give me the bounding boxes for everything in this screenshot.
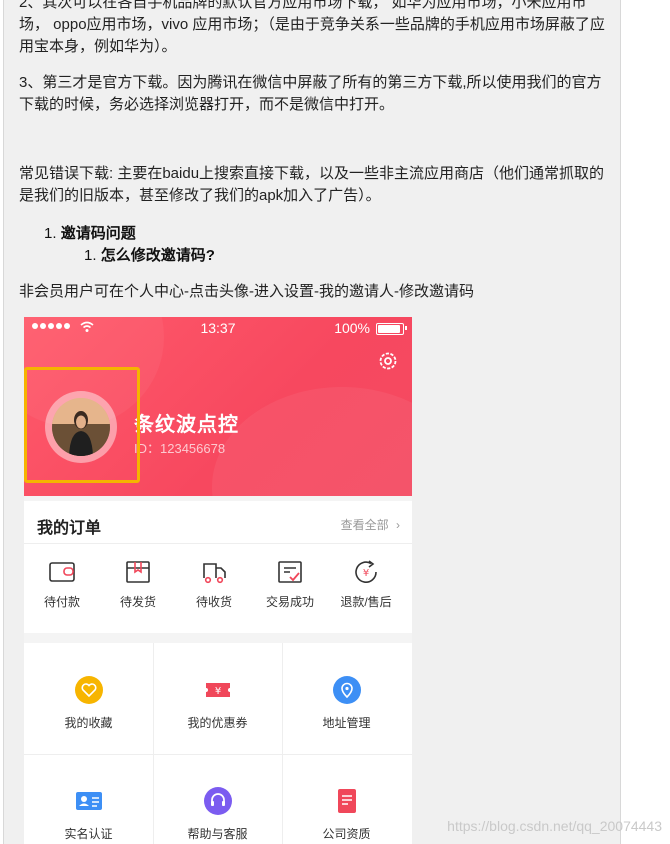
location-icon — [332, 676, 361, 704]
wallet-icon — [49, 562, 75, 582]
grid-item-coupons[interactable]: ¥ 我的优惠券 — [153, 643, 282, 753]
svg-text:¥: ¥ — [363, 568, 369, 579]
headset-icon — [203, 787, 232, 815]
paragraph-common-errors: 常见错误下载: 主要在baidu上搜索直接下载，以及一些非主流应用商店（他们通常… — [19, 165, 605, 204]
article-body: 2、其次可以在各自手机品牌的默认官方应用市场下载， 如华为应用市场，小米应用市场… — [3, 0, 621, 844]
paragraph-3: 3、第三才是官方下载。因为腾讯在微信中屏蔽了所有的第三方下载,所以使用我们的官方… — [19, 74, 602, 113]
order-pending-shipment[interactable]: 待发货 — [101, 559, 175, 610]
services-grid: 我的收藏 ¥ 我的优惠券 地址管理 实名认证 帮助与客服 公司资质 — [24, 643, 412, 844]
chevron-right-icon: › — [396, 518, 400, 532]
battery-percent: 100% — [334, 320, 370, 336]
list-item-invite-code: 1. 邀请码问题 — [44, 223, 136, 245]
list-item-modify-invite: 1. 怎么修改邀请码? — [84, 245, 215, 267]
grid-item-qualifications[interactable]: 公司资质 — [282, 754, 411, 844]
grid-item-support[interactable]: 帮助与客服 — [153, 754, 282, 844]
avatar-highlight-box — [24, 367, 140, 483]
grid-item-favorites[interactable]: 我的收藏 — [24, 643, 153, 753]
status-bar: 13:37 100% — [24, 317, 412, 339]
document-icon — [333, 787, 361, 815]
user-nickname: 条纹波点控 — [134, 414, 239, 436]
list-number: 1. — [84, 247, 97, 264]
user-id: ID：123456678 — [134, 441, 226, 456]
id-card-icon — [75, 787, 103, 815]
view-all-orders-link[interactable]: 查看全部 › — [341, 516, 400, 533]
heart-icon — [74, 676, 103, 704]
order-pending-receipt[interactable]: 待收货 — [177, 559, 251, 610]
header-decoration — [212, 387, 412, 496]
checklist-icon — [278, 561, 302, 583]
battery-icon — [376, 323, 404, 335]
paragraph-2: 2、其次可以在各自手机品牌的默认官方应用市场下载， 如华为应用市场，小米应用市场… — [19, 0, 605, 55]
list-heading: 邀请码问题 — [60, 225, 136, 242]
order-refund[interactable]: ¥ 退款/售后 — [329, 559, 403, 610]
grid-item-verification[interactable]: 实名认证 — [24, 754, 153, 844]
order-completed[interactable]: 交易成功 — [253, 559, 327, 610]
refund-icon: ¥ — [355, 560, 377, 583]
grid-item-addresses[interactable]: 地址管理 — [282, 643, 411, 753]
list-heading: 怎么修改邀请码? — [100, 247, 215, 264]
coupon-icon: ¥ — [204, 676, 232, 704]
orders-title: 我的订单 — [37, 520, 102, 537]
truck-icon — [203, 563, 226, 584]
paragraph-instructions: 非会员用户可在个人中心-点击头像-进入设置-我的邀请人-修改邀请码 — [19, 283, 474, 300]
profile-header: 13:37 100% 条纹波点控 ID：123456678 — [24, 317, 412, 496]
app-screenshot: 13:37 100% 条纹波点控 ID：123456678 我的订单 查看全部 … — [24, 317, 412, 844]
order-pending-payment[interactable]: 待付款 — [25, 559, 99, 610]
package-icon — [126, 561, 150, 583]
gear-icon[interactable] — [376, 349, 400, 373]
list-number: 1. — [44, 225, 57, 242]
watermark: https://blog.csdn.net/qq_20074443 — [447, 818, 662, 834]
orders-card: 我的订单 查看全部 › 待付款 待发货 待收货 交易成功 ¥ 退款/售后 — [24, 501, 412, 633]
svg-text:¥: ¥ — [214, 686, 220, 697]
